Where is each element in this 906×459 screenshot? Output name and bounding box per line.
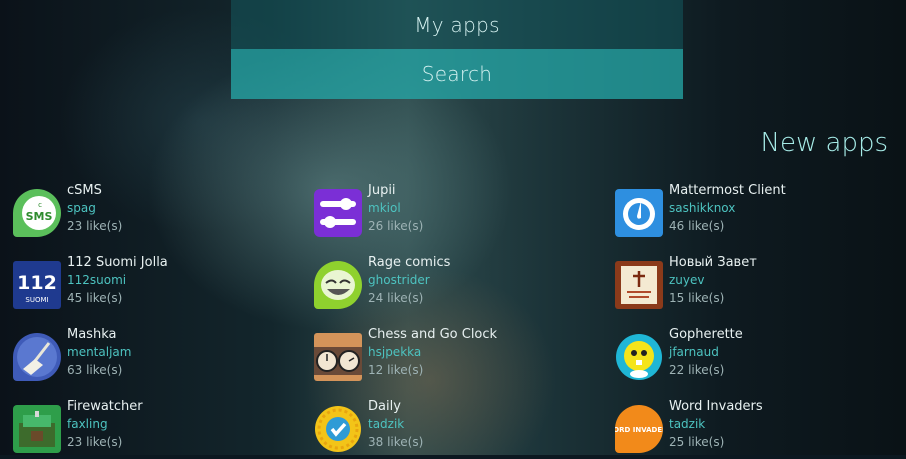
app-list-item[interactable]: Jupii mkiol 26 like(s) — [314, 183, 594, 243]
app-list-item[interactable]: Firewatcher faxling 23 like(s) — [13, 399, 293, 459]
112-suomi-icon: 112 SUOMI — [13, 261, 61, 309]
app-name: Mashka — [67, 327, 117, 342]
app-author: ghostrider — [368, 273, 430, 287]
app-name: Word Invaders — [669, 399, 763, 414]
gopher-icon — [615, 333, 663, 381]
my-apps-menu-item[interactable]: My apps — [231, 0, 683, 49]
app-author: spag — [67, 201, 96, 215]
app-likes: 63 like(s) — [67, 363, 123, 377]
daily-check-icon — [314, 405, 362, 453]
app-list-item[interactable]: WORD INVADERS Word Invaders tadzik 25 li… — [615, 399, 895, 459]
app-author: zuyev — [669, 273, 705, 287]
jupii-icon — [314, 189, 362, 237]
app-likes: 12 like(s) — [368, 363, 424, 377]
app-likes: 25 like(s) — [669, 435, 725, 449]
search-menu-item[interactable]: Search — [231, 49, 683, 99]
app-list-item[interactable]: Gopherette jfarnaud 22 like(s) — [615, 327, 895, 387]
rage-comics-icon — [314, 261, 362, 309]
app-author: hsjpekka — [368, 345, 422, 359]
app-list-item[interactable]: Mashka mentaljam 63 like(s) — [13, 327, 293, 387]
app-likes: 26 like(s) — [368, 219, 424, 233]
app-list-item[interactable]: Chess and Go Clock hsjpekka 12 like(s) — [314, 327, 594, 387]
app-name: Jupii — [368, 183, 396, 198]
svg-text:SMS: SMS — [26, 210, 53, 223]
app-name: 112 Suomi Jolla — [67, 255, 168, 270]
broom-icon — [13, 333, 61, 381]
app-likes: 46 like(s) — [669, 219, 725, 233]
app-author: sashikknox — [669, 201, 736, 215]
app-likes: 24 like(s) — [368, 291, 424, 305]
app-likes: 23 like(s) — [67, 219, 123, 233]
mattermost-icon — [615, 189, 663, 237]
app-list-item[interactable]: Rage comics ghostrider 24 like(s) — [314, 255, 594, 315]
app-name: Daily — [368, 399, 401, 414]
app-author: tadzik — [669, 417, 706, 431]
pulley-menu: My apps Search — [231, 0, 683, 99]
app-author: jfarnaud — [669, 345, 719, 359]
app-list-item[interactable]: c SMS cSMS spag 23 like(s) — [13, 183, 293, 243]
app-list-item[interactable]: Новый Завет zuyev 15 like(s) — [615, 255, 895, 315]
app-name: Firewatcher — [67, 399, 143, 414]
icon-text: 112 — [17, 272, 57, 294]
word-invaders-icon: WORD INVADERS — [615, 405, 663, 453]
app-author: tadzik — [368, 417, 405, 431]
app-likes: 45 like(s) — [67, 291, 123, 305]
app-list-item[interactable]: Daily tadzik 38 like(s) — [314, 399, 594, 459]
app-author: 112suomi — [67, 273, 127, 287]
app-author: mentaljam — [67, 345, 132, 359]
app-name: Rage comics — [368, 255, 451, 270]
app-name: Chess and Go Clock — [368, 327, 498, 342]
page-title: New apps — [760, 128, 888, 158]
icon-subtext: SUOMI — [25, 296, 48, 304]
bible-icon — [615, 261, 663, 309]
app-author: mkiol — [368, 201, 401, 215]
app-likes: 15 like(s) — [669, 291, 725, 305]
app-list-item[interactable]: 112 SUOMI 112 Suomi Jolla 112suomi 45 li… — [13, 255, 293, 315]
app-list-item[interactable]: Mattermost Client sashikknox 46 like(s) — [615, 183, 895, 243]
app-author: faxling — [67, 417, 108, 431]
app-name: cSMS — [67, 183, 102, 198]
firewatcher-icon — [13, 405, 61, 453]
app-name: Mattermost Client — [669, 183, 786, 198]
app-likes: 38 like(s) — [368, 435, 424, 449]
app-name: Gopherette — [669, 327, 743, 342]
app-name: Новый Завет — [669, 255, 757, 270]
svg-text:c: c — [38, 201, 42, 209]
app-likes: 22 like(s) — [669, 363, 725, 377]
app-likes: 23 like(s) — [67, 435, 123, 449]
csms-icon: c SMS — [13, 189, 61, 237]
icon-text: WORD INVADERS — [615, 426, 663, 434]
chess-clock-icon — [314, 333, 362, 381]
